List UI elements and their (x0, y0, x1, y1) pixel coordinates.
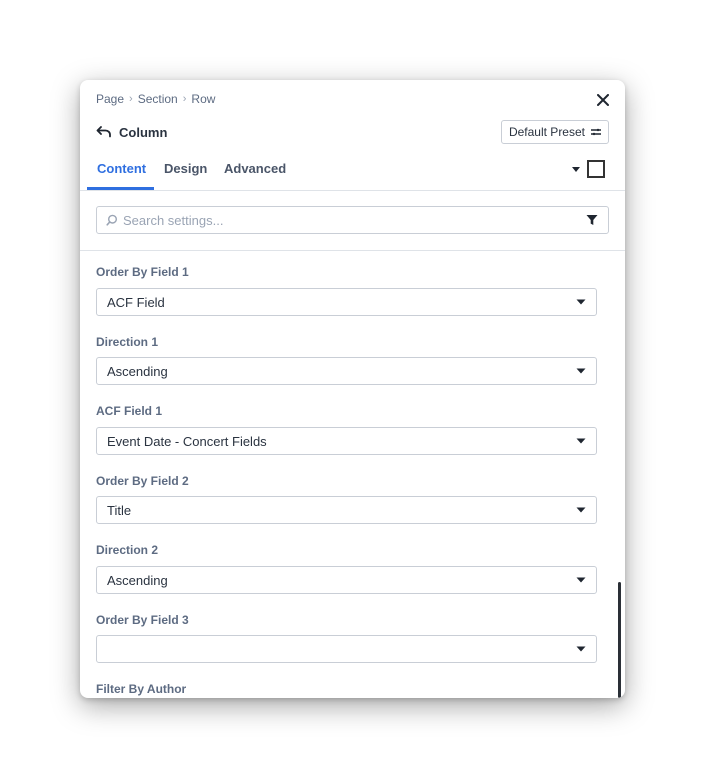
back-to-parent-button[interactable]: Column (96, 124, 167, 140)
select-value: Ascending (107, 363, 168, 379)
select-value: Event Date - Concert Fields (107, 433, 267, 449)
tab-content[interactable]: Content (97, 161, 146, 188)
preset-label: Default Preset (508, 125, 585, 139)
settings-panel: Page › Section › Row Column Default Pres… (80, 80, 625, 698)
search-area (80, 191, 625, 251)
select-value: ACF Field (107, 294, 165, 310)
field-label-order-by-2: Order By Field 2 (96, 474, 189, 488)
breadcrumb-page[interactable]: Page (96, 92, 124, 106)
caret-down-icon (576, 367, 586, 375)
field-label-direction-2: Direction 2 (96, 543, 159, 557)
preset-button[interactable]: Default Preset (500, 120, 609, 144)
scrollbar-thumb[interactable] (618, 582, 621, 698)
breadcrumb-separator-icon: › (182, 93, 187, 105)
field-label-order-by-3: Order By Field 3 (96, 613, 189, 627)
caret-down-icon[interactable] (571, 164, 581, 174)
field-label-direction-1: Direction 1 (96, 335, 159, 349)
caret-down-icon (576, 506, 586, 514)
tab-advanced[interactable]: Advanced (224, 161, 286, 188)
active-tab-indicator (87, 187, 154, 190)
caret-down-icon (576, 645, 586, 653)
field-label-acf-field-1: ACF Field 1 (96, 404, 163, 418)
caret-down-icon (576, 298, 586, 306)
caret-down-icon (576, 437, 586, 445)
breadcrumb: Page › Section › Row (96, 92, 215, 106)
select-order-by-1[interactable]: ACF Field (96, 288, 597, 316)
tab-tools (571, 160, 605, 178)
select-value: Title (107, 502, 132, 518)
field-label-order-by-1: Order By Field 1 (96, 265, 189, 279)
search-field[interactable] (96, 206, 609, 234)
tab-bar: Content Design Advanced (80, 154, 625, 191)
select-direction-2[interactable]: Ascending (96, 566, 597, 594)
undo-arrow-icon (96, 124, 112, 140)
search-input[interactable] (123, 212, 586, 228)
select-value: Ascending (107, 572, 168, 588)
breadcrumb-row[interactable]: Row (191, 92, 215, 106)
breadcrumb-section[interactable]: Section (138, 92, 178, 106)
tab-design[interactable]: Design (164, 161, 207, 188)
select-acf-field-1[interactable]: Event Date - Concert Fields (96, 427, 597, 455)
search-icon (106, 214, 118, 226)
caret-down-icon (576, 576, 586, 584)
preset-settings-icon (591, 127, 601, 137)
field-label-filter-by-author: Filter By Author (96, 682, 187, 696)
select-direction-1[interactable]: Ascending (96, 357, 597, 385)
select-order-by-2[interactable]: Title (96, 496, 597, 524)
select-order-by-3[interactable] (96, 635, 597, 663)
responsive-view-icon[interactable] (587, 160, 605, 178)
close-icon (597, 94, 609, 106)
panel-title: Column (119, 124, 168, 140)
close-button[interactable] (593, 90, 613, 110)
breadcrumb-separator-icon: › (129, 93, 133, 105)
filter-icon[interactable] (586, 214, 598, 226)
